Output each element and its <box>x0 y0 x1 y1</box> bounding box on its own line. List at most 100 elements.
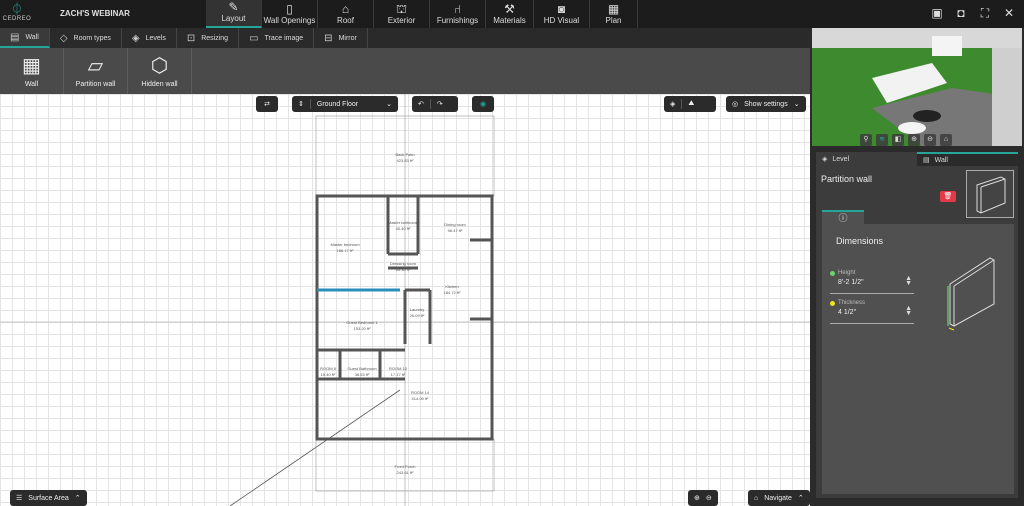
tool-panel: ▦ Wall ▱ Partition wall ⬡ Hidden wall <box>0 48 810 94</box>
cedreo-logo: ⏀ CEDREO <box>2 2 32 26</box>
tool-wall[interactable]: ▦ Wall <box>0 48 64 94</box>
3d-scene <box>812 28 1022 146</box>
room-label[interactable]: ROOM 10 17.17 ft² <box>373 366 423 378</box>
subtab-trace-image[interactable]: ▭ Trace image <box>239 28 315 48</box>
camera-icon: ◙ <box>557 2 566 16</box>
wall-thumbnail <box>966 170 1014 218</box>
resize-icon: ⊡ <box>186 32 196 44</box>
tab-wall-openings[interactable]: ▯ Wall Openings <box>262 0 318 28</box>
mouse-icon: ⌂ <box>754 494 759 502</box>
room-label[interactable]: Dressing room 35.30 ft² <box>378 261 428 273</box>
zoom-out-icon[interactable]: ⊖ <box>924 134 936 146</box>
navigate-button[interactable]: ⌂ Navigate ⌃ <box>748 490 810 506</box>
partition-wall-icon <box>976 176 1006 214</box>
list-icon: ☰ <box>16 495 23 502</box>
subtab-mirror[interactable]: ⊟ Mirror <box>314 28 368 48</box>
project-title: ZACH'S WEBINAR <box>60 9 130 18</box>
zoom-in-icon[interactable]: ⊕ <box>694 494 700 502</box>
tab-plan[interactable]: ▦ Plan <box>590 0 638 28</box>
dimensions-section: Dimensions Height 8'-2 1/2" ▲ ▼ Thickness… <box>822 224 1014 494</box>
partition-wall-icon: ▱ <box>87 54 104 77</box>
brick-icon: ▤ <box>923 157 930 164</box>
tab-materials[interactable]: ⚒ Materials <box>486 0 534 28</box>
tab-level[interactable]: ◈ Level <box>816 152 917 166</box>
subtab-room-types[interactable]: ◇ Room types <box>50 28 122 48</box>
stepper-icon: ⇕ <box>298 101 304 108</box>
pencil-icon: ✎ <box>228 0 239 14</box>
save-icon[interactable]: ◘ <box>954 6 968 21</box>
logo-text: CEDREO <box>2 16 32 22</box>
plan-canvas[interactable]: Back Patio 423.83 ft² Master bathroom 40.40… <box>0 94 810 506</box>
layers-icon[interactable]: ≋ <box>876 134 888 146</box>
close-icon[interactable]: ✕ <box>1002 6 1016 21</box>
room-label[interactable]: Front Porch 243.61 ft² <box>380 464 430 476</box>
3d-preview[interactable]: ⚲ ≋ ◧ ⊕ ⊖ ⌂ <box>812 28 1022 146</box>
fullscreen-icon[interactable]: ⛶ <box>978 6 992 21</box>
floor-selector-value: Ground Floor <box>316 100 359 108</box>
magnet-button[interactable]: ◉ <box>472 96 494 112</box>
room-label[interactable]: Kitchen 184.72 ft² <box>427 284 477 296</box>
tab-wall[interactable]: ▤ Wall <box>917 152 1018 166</box>
subtab-wall[interactable]: ▤ Wall <box>0 28 50 48</box>
view-toggle: ◈ ⛰ <box>664 96 716 112</box>
tab-label: Plan <box>605 16 622 25</box>
chevron-down-icon: ⌄ <box>386 101 392 108</box>
person-icon[interactable]: ⚲ <box>860 134 872 146</box>
door-icon: ▯ <box>286 2 293 16</box>
info-tab[interactable]: ⓘ <box>822 210 864 224</box>
room-label[interactable]: ROOM 14 414.05 ft² <box>395 390 445 402</box>
plan-icon: ▦ <box>607 2 620 16</box>
room-label[interactable]: Dining room 96.47 ft² <box>430 222 480 234</box>
height-label: Height <box>838 270 856 276</box>
tab-exterior[interactable]: ⛫ Exterior <box>374 0 430 28</box>
surface-area-button[interactable]: ☰ Surface Area ⌃ <box>10 490 87 506</box>
room-label[interactable]: Laundry 26.09 ft² <box>392 307 442 319</box>
mirror-icon: ⊟ <box>324 32 333 44</box>
undo-icon[interactable]: ↶ <box>412 100 430 108</box>
floor-icon[interactable]: ◧ <box>892 134 904 146</box>
level-icon: ◈ <box>822 156 828 163</box>
redo-icon[interactable]: ↷ <box>431 100 449 108</box>
tab-furnishings[interactable]: ⑁ Furnishings <box>430 0 486 28</box>
room-label[interactable]: Master bedroom 186.17 ft² <box>320 242 370 254</box>
undo-redo: ↶ ↷ <box>412 96 458 112</box>
room-area: 26.09 ft² <box>409 313 425 318</box>
room-area: 153.20 ft² <box>353 326 371 331</box>
levels-icon: ◈ <box>131 32 140 44</box>
stepper-icon[interactable]: ▲ ▼ <box>905 275 912 287</box>
zoom-out-icon[interactable]: ⊖ <box>706 494 712 502</box>
floor-selector[interactable]: ⇕ Ground Floor ⌄ <box>292 96 398 112</box>
tool-label: Wall <box>24 80 39 88</box>
tool-partition-wall[interactable]: ▱ Partition wall <box>64 48 128 94</box>
tab-label: Furnishings <box>436 16 479 25</box>
tab-hd-visual[interactable]: ◙ HD Visual <box>534 0 590 28</box>
zoom-in-icon[interactable]: ⊕ <box>908 134 920 146</box>
hidden-wall-icon: ⬡ <box>150 54 169 77</box>
navigate-label: Navigate <box>764 494 792 502</box>
thickness-field[interactable]: Thickness 4 1/2" ▲ ▼ <box>830 300 914 324</box>
tab-roof[interactable]: ⌂ Roof <box>318 0 374 28</box>
room-label[interactable]: Guest Bedroom 1 153.20 ft² <box>337 320 387 332</box>
thickness-color-dot <box>830 301 835 306</box>
show-settings-button[interactable]: ◎ Show settings ⌄ <box>726 96 806 112</box>
top-bar: ⏀ CEDREO ZACH'S WEBINAR ✎ Layout ▯ Wall Op… <box>0 0 1024 28</box>
room-label[interactable]: Back Patio 423.83 ft² <box>380 152 430 164</box>
right-panel: ⚲ ≋ ◧ ⊕ ⊖ ⌂ ◈ Level ▤ Wall Partition wall … <box>810 28 1024 506</box>
subtab-resizing[interactable]: ⊡ Resizing <box>177 28 240 48</box>
tool-hidden-wall[interactable]: ⬡ Hidden wall <box>128 48 192 94</box>
room-label[interactable]: Master bathroom 40.40 ft² <box>378 220 428 232</box>
comment-icon[interactable]: ▣ <box>930 6 944 21</box>
tab-label: Layout <box>221 14 246 23</box>
tab-layout[interactable]: ✎ Layout <box>206 0 262 28</box>
surface-area-label: Surface Area <box>28 494 69 502</box>
height-field[interactable]: Height 8'-2 1/2" ▲ ▼ <box>830 270 914 294</box>
subtab-levels[interactable]: ◈ Levels <box>122 28 177 48</box>
swap-button[interactable]: ⇄ <box>256 96 278 112</box>
eye-icon: ◎ <box>732 101 739 108</box>
terrain-icon[interactable]: ⛰ <box>682 100 700 108</box>
wall-properties: Partition wall 🗑 ⓘ Dimensions Height 8'-… <box>816 166 1018 498</box>
delete-button[interactable]: 🗑 <box>940 191 956 202</box>
3d-box-icon[interactable]: ◈ <box>664 100 681 108</box>
mouse-icon[interactable]: ⌂ <box>940 134 952 146</box>
stepper-icon[interactable]: ▲ ▼ <box>905 305 912 317</box>
